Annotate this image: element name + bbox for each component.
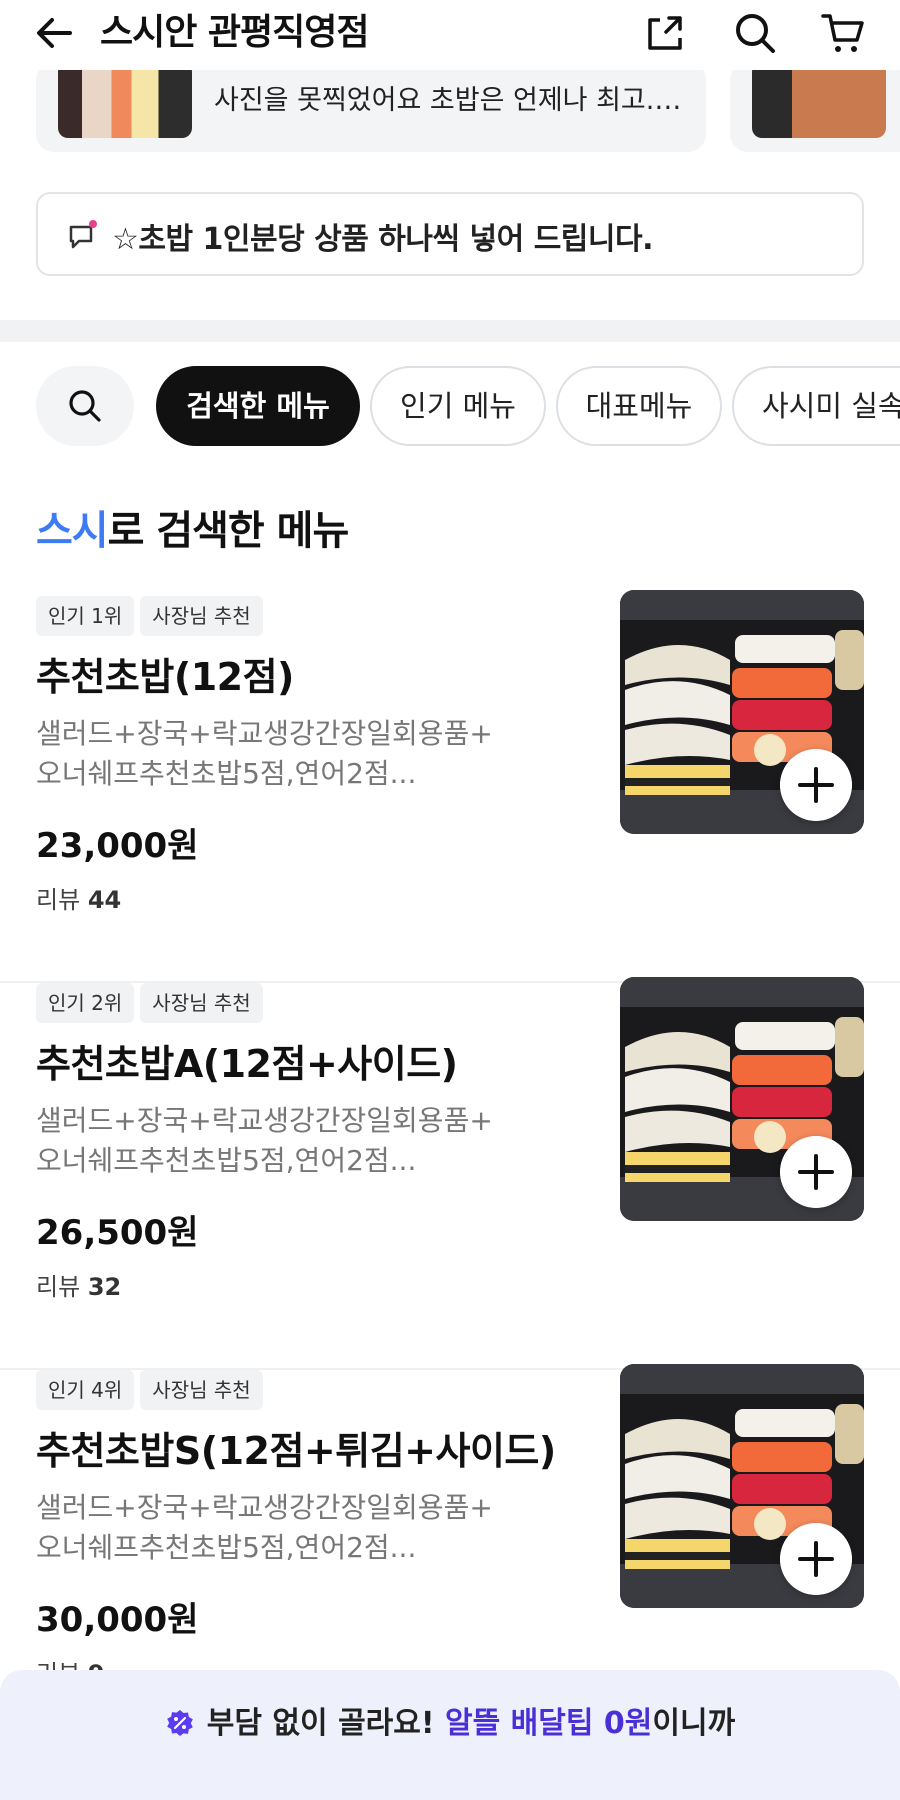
add-to-cart-button[interactable] bbox=[780, 1523, 852, 1595]
review-card[interactable]: 사진을 못찍었어요 초밥은 언제나 최고.… bbox=[36, 70, 706, 152]
description-line: 오너쉐프추천초밥5점,연어2점... bbox=[36, 757, 417, 790]
store-notice[interactable]: ☆초밥 1인분당 상품 하나씩 넣어 드립니다. bbox=[36, 192, 864, 276]
menu-item-name: 추천초밥S(12점+튀김+사이드) bbox=[36, 1429, 556, 1473]
banner-text: 부담 없이 골라요! bbox=[206, 1706, 435, 1741]
review-label: 리뷰 bbox=[36, 886, 81, 914]
review-photo bbox=[58, 70, 192, 138]
menu-item[interactable]: 인기 2위 사장님 추천 추천초밥A(12점+사이드) 샐러드+장국+락교생강간장… bbox=[0, 977, 900, 1370]
menu-search-button[interactable] bbox=[36, 366, 134, 446]
menu-item-price: 26,500원 bbox=[36, 1213, 199, 1253]
badge-row: 인기 4위 사장님 추천 bbox=[36, 1370, 269, 1410]
badge-row: 인기 1위 사장님 추천 bbox=[36, 596, 269, 636]
add-to-cart-button[interactable] bbox=[780, 749, 852, 821]
owner-pick-badge: 사장님 추천 bbox=[140, 983, 263, 1023]
menu-item[interactable]: 인기 1위 사장님 추천 추천초밥(12점) 샐러드+장국+락교생강간장일회용품+… bbox=[0, 590, 900, 983]
search-title-suffix: 로 검색한 메뉴 bbox=[107, 508, 350, 554]
review-number: 44 bbox=[87, 886, 122, 914]
rank-badge: 인기 2위 bbox=[36, 983, 135, 1023]
description-line: 샐러드+장국+락교생강간장일회용품+ bbox=[36, 717, 493, 750]
badge-row: 인기 2위 사장님 추천 bbox=[36, 983, 269, 1023]
menu-category-chips: 검색한 메뉴 인기 메뉴 대표메뉴 사시미 실속 bbox=[0, 366, 900, 446]
menu-item-description: 샐러드+장국+락교생강간장일회용품+ 오너쉐프추천초밥5점,연어2점... bbox=[36, 1488, 556, 1568]
store-title: 스시안 관평직영점 bbox=[100, 12, 369, 53]
notice-text: ☆초밥 1인분당 상품 하나씩 넣어 드립니다. bbox=[112, 222, 654, 257]
description-line: 샐러드+장국+락교생강간장일회용품+ bbox=[36, 1104, 493, 1137]
review-photo bbox=[752, 70, 886, 138]
search-result-title: 스시로 검색한 메뉴 bbox=[36, 498, 350, 556]
menu-item-name: 추천초밥A(12점+사이드) bbox=[36, 1042, 458, 1086]
top-app-bar: 스시안 관평직영점 bbox=[0, 0, 900, 70]
owner-pick-badge: 사장님 추천 bbox=[140, 1370, 263, 1410]
banner-highlight: 알뜰 배달팁 bbox=[445, 1706, 594, 1741]
search-keyword: 스시 bbox=[36, 508, 109, 554]
menu-item-description: 샐러드+장국+락교생강간장일회용품+ 오너쉐프추천초밥5점,연어2점... bbox=[36, 1101, 556, 1181]
review-carousel[interactable]: 사진을 못찍었어요 초밥은 언제나 최고.… bbox=[0, 70, 900, 165]
share-icon[interactable] bbox=[642, 10, 688, 56]
section-divider bbox=[0, 320, 900, 342]
menu-item-name: 추천초밥(12점) bbox=[36, 655, 294, 699]
banner-text-end: 이니까 bbox=[652, 1706, 736, 1741]
search-icon[interactable] bbox=[732, 10, 778, 56]
search-icon bbox=[69, 390, 101, 422]
description-line: 오너쉐프추천초밥5점,연어2점... bbox=[36, 1531, 417, 1564]
add-to-cart-button[interactable] bbox=[780, 1136, 852, 1208]
review-number: 32 bbox=[87, 1273, 122, 1301]
chip-searched-menu[interactable]: 검색한 메뉴 bbox=[156, 366, 360, 446]
notice-chat-icon bbox=[69, 220, 97, 249]
delivery-tip-banner[interactable]: 부담 없이 골라요! 알뜰 배달팁 0원이니까 bbox=[0, 1670, 900, 1800]
discount-badge-icon bbox=[166, 1710, 193, 1736]
chip-sashimi[interactable]: 사시미 실속 bbox=[732, 366, 900, 446]
banner-message: 부담 없이 골라요! 알뜰 배달팁 0원이니까 bbox=[0, 1698, 900, 1742]
rank-badge: 인기 1위 bbox=[36, 596, 135, 636]
review-count: 리뷰 32 bbox=[36, 1267, 121, 1302]
description-line: 오너쉐프추천초밥5점,연어2점... bbox=[36, 1144, 417, 1177]
menu-item-price: 30,000원 bbox=[36, 1600, 199, 1640]
review-count: 리뷰 44 bbox=[36, 880, 121, 915]
chip-signature-menu[interactable]: 대표메뉴 bbox=[556, 366, 722, 446]
back-arrow-icon[interactable] bbox=[32, 10, 78, 56]
description-line: 샐러드+장국+락교생강간장일회용품+ bbox=[36, 1491, 493, 1524]
review-card[interactable] bbox=[730, 70, 900, 152]
cart-icon[interactable] bbox=[820, 10, 866, 56]
menu-item-description: 샐러드+장국+락교생강간장일회용품+ 오너쉐프추천초밥5점,연어2점... bbox=[36, 714, 556, 794]
rank-badge: 인기 4위 bbox=[36, 1370, 135, 1410]
chip-popular-menu[interactable]: 인기 메뉴 bbox=[370, 366, 546, 446]
banner-highlight-amount: 0원 bbox=[603, 1706, 653, 1741]
review-text: 사진을 못찍었어요 초밥은 언제나 최고.… bbox=[214, 85, 682, 116]
owner-pick-badge: 사장님 추천 bbox=[140, 596, 263, 636]
menu-item-price: 23,000원 bbox=[36, 826, 199, 866]
review-label: 리뷰 bbox=[36, 1273, 81, 1301]
